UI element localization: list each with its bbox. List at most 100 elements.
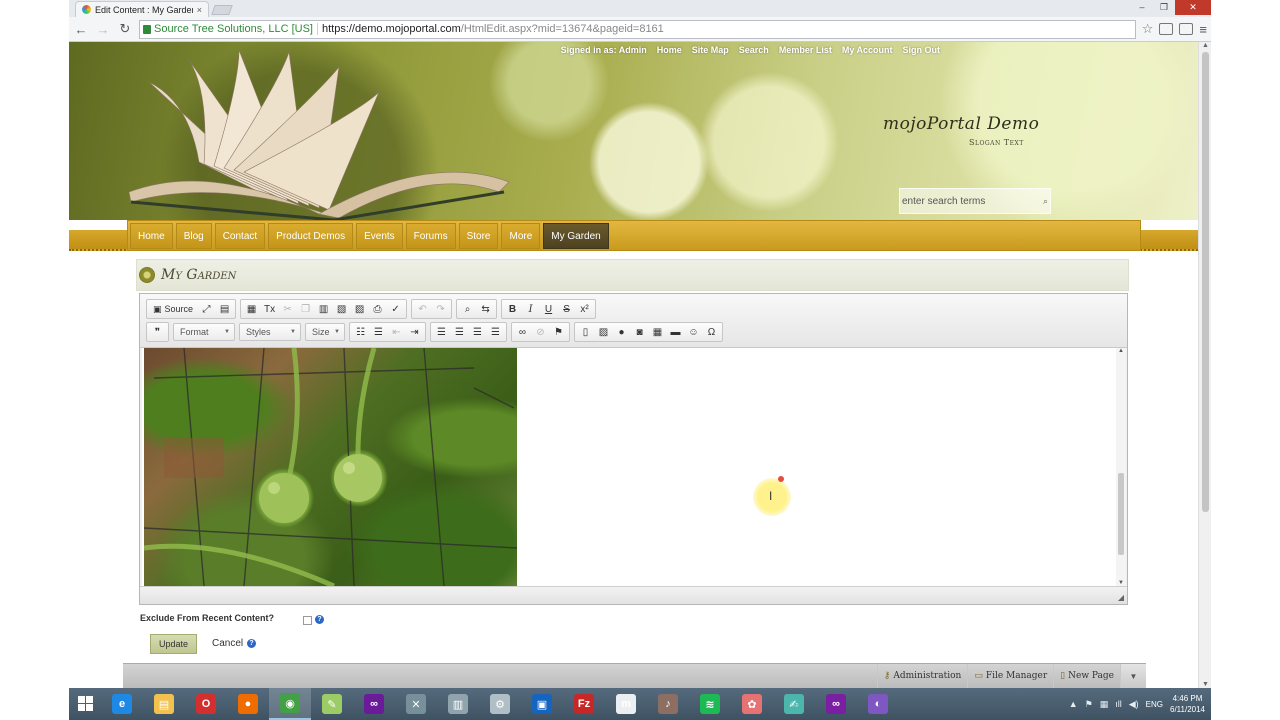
taskbar-app-button[interactable]: O <box>185 688 227 720</box>
tray-expand-icon[interactable]: ▲ <box>1069 699 1078 709</box>
topnav-signout-link[interactable]: Sign Out <box>903 45 941 55</box>
underline-button[interactable]: U <box>540 301 557 318</box>
taskbar-app-button[interactable]: e <box>101 688 143 720</box>
network-icon[interactable]: ▦ <box>1100 699 1109 710</box>
taskbar-app-button[interactable]: ● <box>227 688 269 720</box>
editor-scrollbar[interactable]: ▲ ▼ <box>1116 348 1126 586</box>
flag-icon[interactable]: ⚑ <box>1085 699 1093 710</box>
taskbar-app-button[interactable]: ✍ <box>773 688 815 720</box>
menu-item-events[interactable]: Events <box>356 223 403 249</box>
update-button[interactable]: Update <box>150 634 197 654</box>
editor-body[interactable]: ▲ ▼ <box>142 348 1126 586</box>
taskbar-app-button[interactable]: ▥ <box>437 688 479 720</box>
remove-format-icon[interactable]: Tx <box>261 301 278 318</box>
insert-flash-icon[interactable]: ● <box>613 324 630 341</box>
back-icon[interactable]: ← <box>73 22 89 37</box>
align-left-icon[interactable]: ☰ <box>433 324 450 341</box>
taskbar-app-button[interactable]: ▤ <box>143 688 185 720</box>
cut-icon[interactable]: ✂ <box>279 301 296 318</box>
numbered-list-icon[interactable]: ☷ <box>352 324 369 341</box>
tab-close-icon[interactable]: × <box>197 5 202 15</box>
new-page-link[interactable]: ▯ New Page <box>1053 663 1120 688</box>
garden-photo[interactable] <box>144 348 517 586</box>
menu-item-store[interactable]: Store <box>458 223 499 249</box>
cancel-link[interactable]: Cancel <box>212 638 243 649</box>
align-right-icon[interactable]: ☰ <box>469 324 486 341</box>
replace-icon[interactable]: ⇆ <box>477 301 494 318</box>
insert-file-icon[interactable]: ▯ <box>577 324 594 341</box>
forward-icon[interactable]: → <box>95 22 111 37</box>
topnav-sitemap-link[interactable]: Site Map <box>692 45 729 55</box>
search-icon[interactable]: ⌕ <box>1043 196 1048 207</box>
taskbar-app-button[interactable]: ⚙ <box>479 688 521 720</box>
copy-icon[interactable]: ❐ <box>297 301 314 318</box>
reload-icon[interactable]: ↻ <box>117 21 133 37</box>
scroll-down-icon[interactable]: ▼ <box>1199 681 1212 688</box>
menu-item-forums[interactable]: Forums <box>405 223 456 249</box>
taskbar-app-button[interactable]: Fz <box>563 688 605 720</box>
help-icon[interactable]: ? <box>315 615 324 624</box>
help-icon[interactable]: ? <box>247 639 256 648</box>
start-button[interactable] <box>71 689 101 719</box>
taskbar-app-button[interactable]: ✕ <box>395 688 437 720</box>
address-bar[interactable]: Source Tree Solutions, LLC [US] https://… <box>139 19 1136 39</box>
clock[interactable]: 4:46 PM 6/11/2014 <box>1170 693 1205 715</box>
taskbar-app-button[interactable]: ∞ <box>353 688 395 720</box>
topnav-search-link[interactable]: Search <box>739 45 769 55</box>
administration-link[interactable]: ⚷ Administration <box>876 663 968 688</box>
browser-tab[interactable]: Edit Content : My Garden × <box>75 1 209 17</box>
italic-button[interactable]: I <box>522 301 539 318</box>
taskbar-app-button[interactable]: ∞ <box>815 688 857 720</box>
blockquote-icon[interactable]: ❞ <box>149 324 166 341</box>
align-center-icon[interactable]: ☰ <box>451 324 468 341</box>
menu-item-my-garden[interactable]: My Garden <box>543 223 609 249</box>
undo-icon[interactable]: ↶ <box>414 301 431 318</box>
language-indicator[interactable]: ENG <box>1146 700 1163 709</box>
link-icon[interactable]: ∞ <box>514 324 531 341</box>
menu-item-home[interactable]: Home <box>130 223 173 249</box>
collapse-admin-icon[interactable]: ▼ <box>1120 663 1146 688</box>
page-scroll-thumb[interactable] <box>1202 52 1209 512</box>
taskbar-app-button[interactable]: ≋ <box>689 688 731 720</box>
redo-icon[interactable]: ↷ <box>432 301 449 318</box>
size-combo[interactable]: Size ▼ <box>305 323 345 341</box>
taskbar-app-button[interactable]: ◐ <box>857 688 899 720</box>
editor-scroll-thumb[interactable] <box>1118 473 1124 555</box>
search-input[interactable] <box>902 195 1043 207</box>
insert-image-icon[interactable]: ▨ <box>595 324 612 341</box>
insert-media-icon[interactable]: ◙ <box>631 324 648 341</box>
special-char-icon[interactable]: Ω <box>703 324 720 341</box>
bold-button[interactable]: B <box>504 301 521 318</box>
menu-item-blog[interactable]: Blog <box>175 223 212 249</box>
paste-text-icon[interactable]: ▧ <box>333 301 350 318</box>
topnav-memberlist-link[interactable]: Member List <box>779 45 832 55</box>
scroll-up-icon[interactable]: ▲ <box>1116 348 1126 354</box>
taskbar-app-button[interactable]: ✎ <box>311 688 353 720</box>
topnav-myaccount-link[interactable]: My Account <box>842 45 893 55</box>
scroll-up-icon[interactable]: ▲ <box>1199 42 1212 49</box>
unlink-icon[interactable]: ⊘ <box>532 324 549 341</box>
outdent-icon[interactable]: ⇤ <box>388 324 405 341</box>
horizontal-rule-icon[interactable]: ▬ <box>667 324 684 341</box>
file-manager-link[interactable]: ▭ File Manager <box>967 663 1053 688</box>
paste-word-icon[interactable]: ▨ <box>351 301 368 318</box>
justify-icon[interactable]: ☰ <box>487 324 504 341</box>
taskbar-app-button[interactable]: m <box>605 688 647 720</box>
volume-icon[interactable]: ◀) <box>1129 699 1139 710</box>
menu-item-product-demos[interactable]: Product Demos <box>268 223 354 249</box>
maximize-editor-icon[interactable]: ⤢ <box>198 301 215 318</box>
styles-combo[interactable]: Styles ▼ <box>239 323 301 341</box>
extension-icon[interactable] <box>1159 23 1174 35</box>
anchor-flag-icon[interactable]: ⚑ <box>550 324 567 341</box>
chrome-menu-icon[interactable]: ≡ <box>1199 22 1207 37</box>
signal-icon[interactable]: ıll <box>1115 699 1122 709</box>
ev-cert-indicator[interactable]: Source Tree Solutions, LLC [US] <box>143 23 318 35</box>
minimize-icon[interactable]: – <box>1131 0 1153 15</box>
show-blocks-icon[interactable]: ▤ <box>216 301 233 318</box>
find-icon[interactable]: ⌕ <box>459 301 476 318</box>
maximize-icon[interactable]: ❐ <box>1153 0 1175 15</box>
site-title[interactable]: mojoPortal Demo <box>883 114 1039 134</box>
menu-item-more[interactable]: More <box>501 223 541 249</box>
smiley-icon[interactable]: ☺ <box>685 324 702 341</box>
indent-icon[interactable]: ⇥ <box>406 324 423 341</box>
